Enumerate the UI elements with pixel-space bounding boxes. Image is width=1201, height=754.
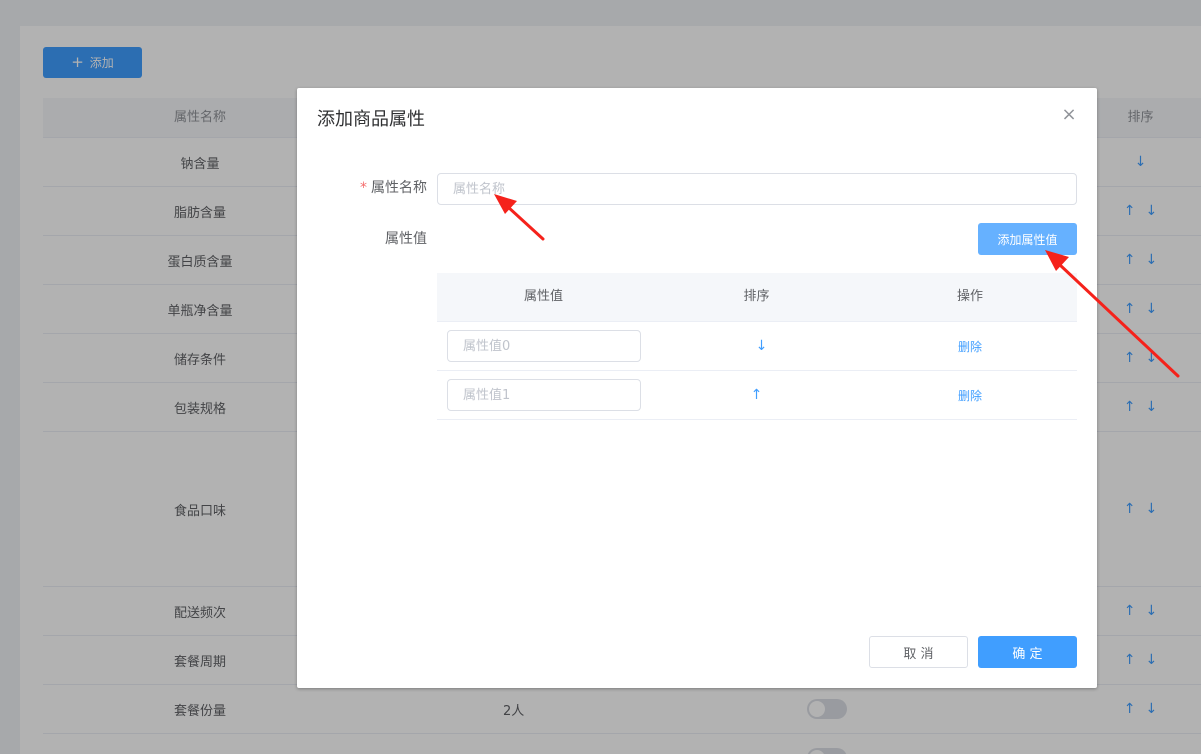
- close-icon[interactable]: ×: [1061, 106, 1077, 124]
- table-row: ↑ 删除: [437, 371, 1077, 420]
- attribute-name-label-text: 属性名称: [371, 180, 427, 196]
- attribute-values-label: 属性值: [385, 231, 427, 247]
- delete-link[interactable]: 删除: [863, 371, 1077, 419]
- arrow-up-icon[interactable]: ↑: [650, 371, 863, 419]
- dialog-title: 添加商品属性: [317, 109, 425, 130]
- cancel-button[interactable]: 取 消: [869, 636, 968, 668]
- header-sort: 排序: [743, 289, 770, 304]
- attribute-name-label: * 属性名称: [297, 172, 427, 204]
- arrow-down-icon[interactable]: ↓: [650, 322, 863, 370]
- add-attribute-value-button[interactable]: 添加属性值: [978, 223, 1077, 255]
- table-row: ↓ 删除: [437, 322, 1077, 371]
- header-action: 操作: [956, 289, 983, 304]
- delete-link[interactable]: 删除: [863, 322, 1077, 370]
- required-mark: *: [360, 180, 367, 196]
- header-value: 属性值: [523, 289, 563, 304]
- attribute-value-input[interactable]: [447, 330, 641, 362]
- attribute-value-input[interactable]: [447, 379, 641, 411]
- confirm-button[interactable]: 确 定: [978, 636, 1077, 668]
- attribute-values-table: 属性值 排序 操作 ↓ 删除 ↑ 删除: [437, 273, 1077, 420]
- add-attribute-dialog: 添加商品属性 × *属性名称 属性值 添加属性值 属性值 排序 操作 ↓ 删除 …: [297, 88, 1097, 688]
- values-table-header: 属性值 排序 操作: [437, 273, 1077, 322]
- attribute-name-input[interactable]: [437, 173, 1077, 205]
